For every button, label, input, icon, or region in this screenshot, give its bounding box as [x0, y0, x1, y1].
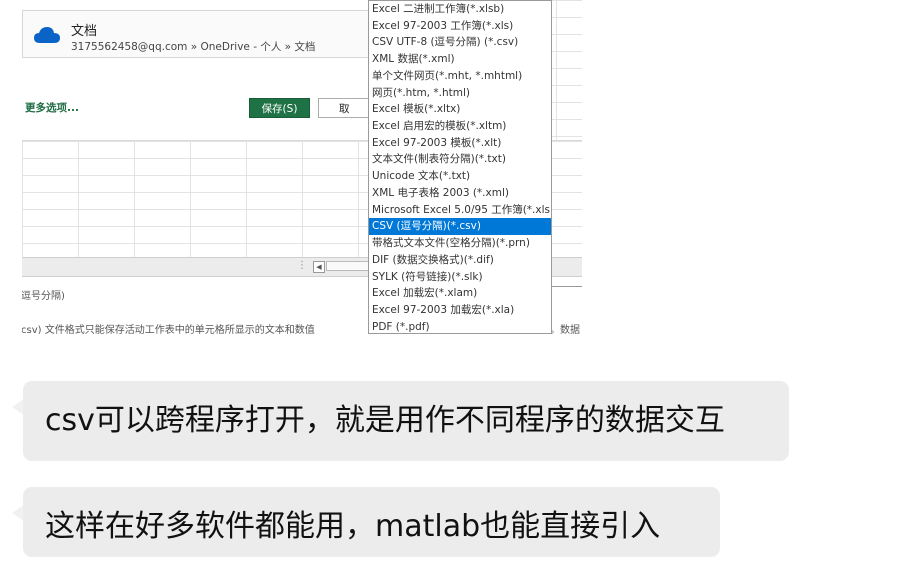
file-type-option[interactable]: Excel 97-2003 加载宏(*.xla)	[369, 302, 551, 319]
scroll-left-arrow-icon[interactable]: ◀	[313, 261, 325, 273]
format-description-text: csv) 文件格式只能保存活动工作表中的单元格所显示的文本和数值	[22, 325, 315, 334]
file-type-option[interactable]: Excel 加载宏(*.xlam)	[369, 285, 551, 302]
file-type-option[interactable]: CSV UTF-8 (逗号分隔) (*.csv)	[369, 34, 551, 51]
more-options-link[interactable]: 更多选项...	[25, 100, 79, 115]
save-button[interactable]: 保存(S)	[249, 98, 310, 118]
file-type-option[interactable]: XML 电子表格 2003 (*.xml)	[369, 185, 551, 202]
format-description-heading: 逗号分隔)	[22, 291, 65, 302]
chat-message-bubble[interactable]: 这样在好多软件都能用，matlab也能直接引入	[23, 487, 720, 557]
chat-message-text: csv可以跨程序打开，就是用作不同程序的数据交互	[45, 403, 725, 438]
chat-message-bubble[interactable]: csv可以跨程序打开，就是用作不同程序的数据交互	[23, 381, 789, 461]
chat-message-text: 这样在好多软件都能用，matlab也能直接引入	[45, 509, 661, 544]
file-type-option[interactable]: PDF (*.pdf)	[369, 319, 551, 333]
folder-name: 文档	[71, 24, 98, 39]
sheet-splitter-handle[interactable]: ⋮	[297, 260, 307, 271]
file-type-option[interactable]: DIF (数据交换格式)(*.dif)	[369, 252, 551, 269]
file-type-option[interactable]: Unicode 文本(*.txt)	[369, 168, 551, 185]
file-type-option[interactable]: XML 数据(*.xml)	[369, 51, 551, 68]
file-type-option[interactable]: Excel 二进制工作簿(*.xlsb)	[369, 1, 551, 18]
file-type-option[interactable]: Excel 启用宏的模板(*.xltm)	[369, 118, 551, 135]
save-location-card[interactable]: 文档 3175562458@qq.com » OneDrive - 个人 » 文…	[22, 10, 424, 58]
file-type-option[interactable]: 网页(*.htm, *.html)	[369, 85, 551, 102]
file-type-dropdown-list[interactable]: Excel 二进制工作簿(*.xlsb) Excel 97-2003 工作簿(*…	[368, 0, 552, 334]
file-type-option-selected[interactable]: CSV (逗号分隔)(*.csv)	[369, 218, 551, 236]
file-type-option[interactable]: Excel 97-2003 模板(*.xlt)	[369, 135, 551, 152]
file-type-option[interactable]: Microsoft Excel 5.0/95 工作簿(*.xls)	[369, 202, 551, 219]
excel-save-as-screenshot: 文档 3175562458@qq.com » OneDrive - 个人 » 文…	[22, 0, 582, 334]
file-type-option[interactable]: 单个文件网页(*.mht, *.mhtml)	[369, 68, 551, 85]
file-type-option[interactable]: Excel 模板(*.xltx)	[369, 101, 551, 118]
file-type-option[interactable]: Excel 97-2003 工作簿(*.xls)	[369, 18, 551, 35]
file-type-option[interactable]: 文本文件(制表符分隔)(*.txt)	[369, 151, 551, 168]
file-type-option[interactable]: 带格式文本文件(空格分隔)(*.prn)	[369, 235, 551, 252]
folder-path: 3175562458@qq.com » OneDrive - 个人 » 文档	[71, 41, 316, 53]
zoom-slider[interactable]	[547, 286, 582, 287]
onedrive-cloud-icon	[34, 27, 60, 43]
file-type-option[interactable]: SYLK (符号链接)(*.slk)	[369, 269, 551, 286]
